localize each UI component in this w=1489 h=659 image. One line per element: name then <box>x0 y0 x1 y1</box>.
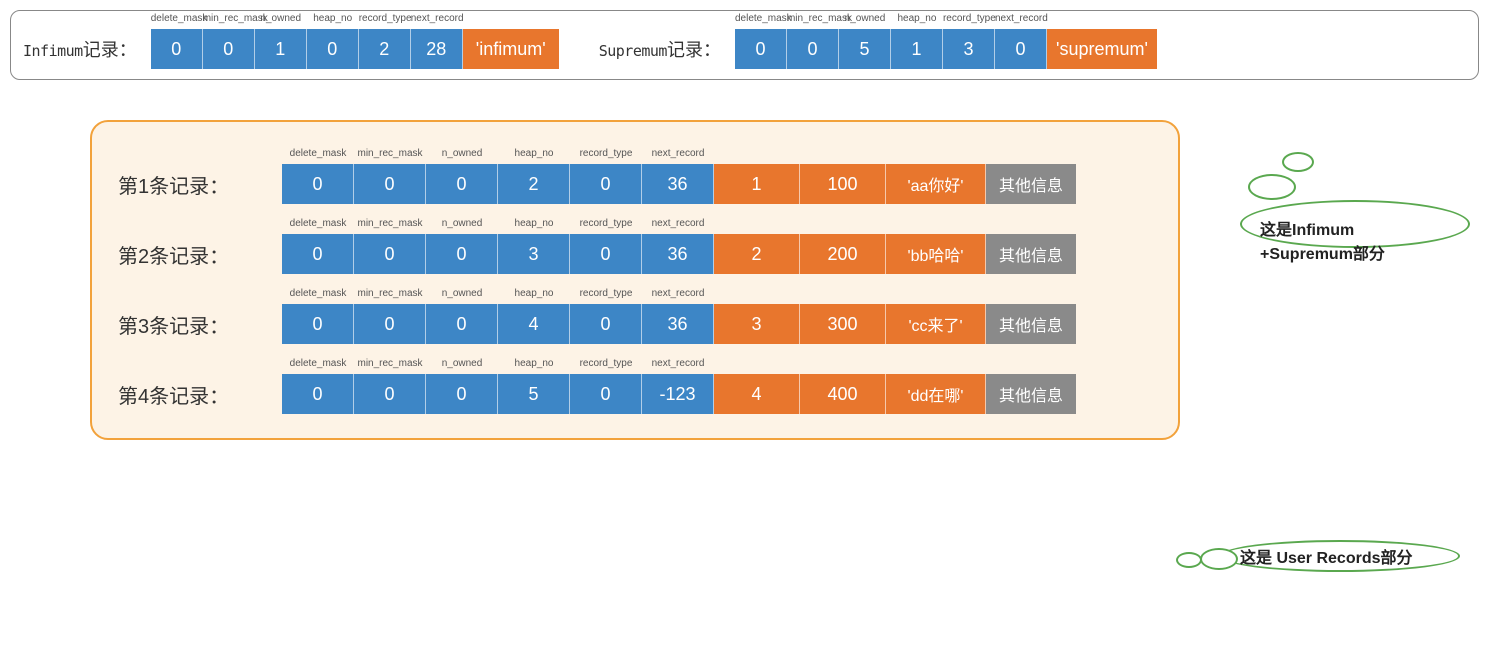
cell-body: 'supremum' <box>1047 29 1157 69</box>
cell: 0 <box>570 234 642 274</box>
cell: 0 <box>282 304 354 344</box>
cell: 0 <box>735 29 787 69</box>
cell: 0 <box>426 304 498 344</box>
record-label: 第1条记录： <box>118 170 278 199</box>
cell: 36 <box>642 164 714 204</box>
cell: 'dd在哪' <box>886 374 986 414</box>
cell-extra: 其他信息 <box>986 234 1076 274</box>
cell: 3 <box>943 29 995 69</box>
cell: 1 <box>255 29 307 69</box>
cell: 0 <box>426 234 498 274</box>
infimum-label: Infimum记录： <box>23 36 137 62</box>
record-cells: delete_maskmin_rec_maskn_ownedheap_norec… <box>282 234 1076 274</box>
cell: 0 <box>151 29 203 69</box>
user-records-box: 第1条记录：delete_maskmin_rec_maskn_ownedheap… <box>90 120 1180 440</box>
cell: 200 <box>800 234 886 274</box>
supremum-cells: delete_mask min_rec_mask n_owned heap_no… <box>735 29 1157 69</box>
supremum-label: Supremum记录： <box>599 36 721 62</box>
cell: 5 <box>498 374 570 414</box>
cell: 'cc来了' <box>886 304 986 344</box>
cell: 1 <box>891 29 943 69</box>
cell: 2 <box>359 29 411 69</box>
cell: 0 <box>354 304 426 344</box>
infimum-supremum-box: Infimum记录： delete_mask min_rec_mask n_ow… <box>10 10 1479 80</box>
record-label: 第3条记录： <box>118 310 278 339</box>
cell: 300 <box>800 304 886 344</box>
user-record-row: 第1条记录：delete_maskmin_rec_maskn_ownedheap… <box>92 140 1178 210</box>
record-cells: delete_maskmin_rec_maskn_ownedheap_norec… <box>282 374 1076 414</box>
cell: 0 <box>426 164 498 204</box>
cell: -123 <box>642 374 714 414</box>
user-record-row: 第2条记录：delete_maskmin_rec_maskn_ownedheap… <box>92 210 1178 280</box>
cell: 0 <box>282 164 354 204</box>
cell-extra: 其他信息 <box>986 304 1076 344</box>
record-cells: delete_maskmin_rec_maskn_ownedheap_norec… <box>282 164 1076 204</box>
cell: 100 <box>800 164 886 204</box>
cell-extra: 其他信息 <box>986 374 1076 414</box>
infimum-cells: delete_mask min_rec_mask n_owned heap_no… <box>151 29 559 69</box>
cell: 0 <box>570 304 642 344</box>
cell: 'aa你好' <box>886 164 986 204</box>
cell: 2 <box>498 164 570 204</box>
cell-extra: 其他信息 <box>986 164 1076 204</box>
cell: 0 <box>570 164 642 204</box>
cell: 36 <box>642 234 714 274</box>
cell: 0 <box>282 234 354 274</box>
cell: 2 <box>714 234 800 274</box>
cell: 28 <box>411 29 463 69</box>
record-label: 第4条记录： <box>118 380 278 409</box>
cell: 'bb哈哈' <box>886 234 986 274</box>
cell: 0 <box>354 234 426 274</box>
callout-infimum-supremum: 这是Infimum +Supremum部分 <box>1240 200 1470 248</box>
cell: 0 <box>787 29 839 69</box>
cell: 0 <box>282 374 354 414</box>
cell: 4 <box>714 374 800 414</box>
cell: 1 <box>714 164 800 204</box>
cell: 5 <box>839 29 891 69</box>
user-record-row: 第4条记录：delete_maskmin_rec_maskn_ownedheap… <box>92 350 1178 420</box>
callout-user-records: 这是 User Records部分 <box>1220 540 1460 572</box>
cell: 0 <box>354 164 426 204</box>
infimum-col-labels: delete_mask min_rec_mask n_owned heap_no… <box>151 13 559 24</box>
cell: 0 <box>203 29 255 69</box>
record-cells: delete_maskmin_rec_maskn_ownedheap_norec… <box>282 304 1076 344</box>
cell: 3 <box>714 304 800 344</box>
user-record-row: 第3条记录：delete_maskmin_rec_maskn_ownedheap… <box>92 280 1178 350</box>
record-label: 第2条记录： <box>118 240 278 269</box>
cell: 4 <box>498 304 570 344</box>
cell: 0 <box>570 374 642 414</box>
cell: 0 <box>307 29 359 69</box>
cell: 36 <box>642 304 714 344</box>
cell: 3 <box>498 234 570 274</box>
cell: 0 <box>354 374 426 414</box>
cell: 0 <box>995 29 1047 69</box>
supremum-col-labels: delete_mask min_rec_mask n_owned heap_no… <box>735 13 1157 24</box>
cell: 400 <box>800 374 886 414</box>
cell: 0 <box>426 374 498 414</box>
cell-body: 'infimum' <box>463 29 559 69</box>
